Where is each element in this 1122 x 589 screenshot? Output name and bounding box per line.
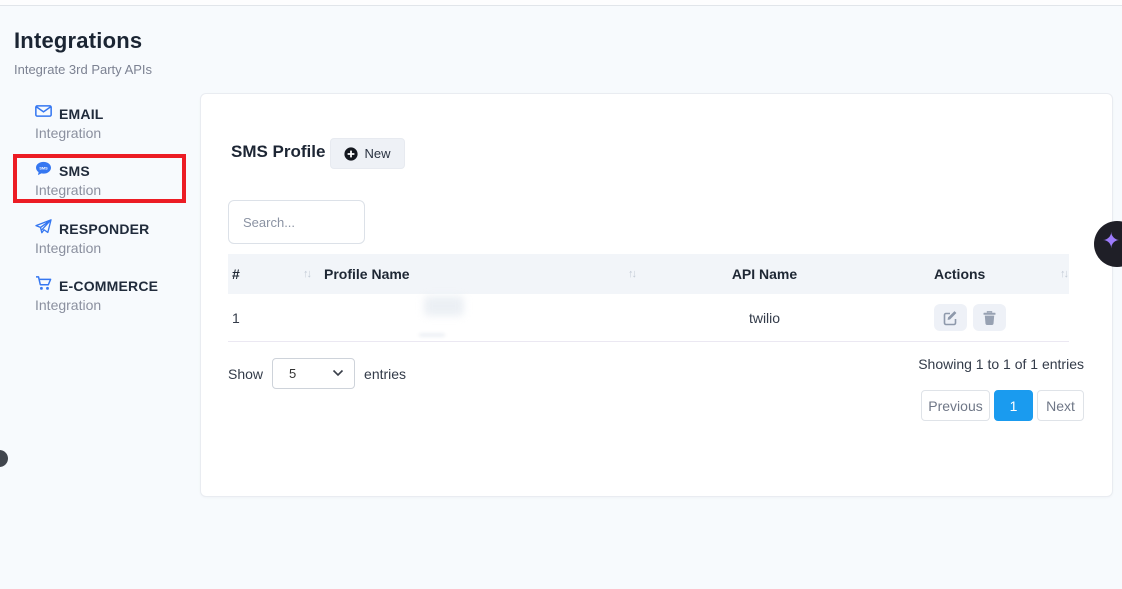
redacted-profile-name	[424, 296, 464, 316]
search-input[interactable]	[228, 200, 365, 244]
sidebar-item-sublabel: Integration	[35, 182, 195, 198]
plus-circle-icon	[344, 147, 358, 161]
sms-chat-icon: SMS	[35, 161, 52, 181]
sms-profile-table: # ↑↓ Profile Name ↑↓ API Name Actions ↑↓…	[228, 254, 1069, 342]
shopping-cart-icon	[35, 276, 52, 296]
page-subtitle: Integrate 3rd Party APIs	[14, 62, 152, 77]
sms-profile-card: SMS Profile New # ↑↓ Profile Name ↑↓ API…	[200, 93, 1113, 497]
sort-icon[interactable]: ↑↓	[628, 268, 635, 280]
page-length-value: 5	[273, 366, 296, 381]
chevron-down-icon	[332, 369, 344, 377]
edit-icon	[943, 310, 959, 326]
sidebar-item-sms[interactable]: SMS SMS Integration	[35, 161, 195, 198]
sidebar-item-sublabel: Integration	[35, 125, 195, 141]
pagination-previous-button[interactable]: Previous	[921, 390, 990, 421]
edit-button[interactable]	[934, 304, 967, 331]
column-header-actions[interactable]: Actions ↑↓	[888, 266, 1069, 282]
column-header-profile-name[interactable]: Profile Name ↑↓	[316, 266, 641, 282]
cell-index: 1	[228, 310, 316, 326]
sparkles-icon: ✦	[1102, 228, 1120, 254]
pagination-next-button[interactable]: Next	[1037, 390, 1084, 421]
table-header-row: # ↑↓ Profile Name ↑↓ API Name Actions ↑↓	[228, 254, 1069, 294]
edge-widget-handle[interactable]	[0, 450, 8, 467]
entries-label: entries	[364, 366, 406, 382]
card-heading: SMS Profile	[231, 142, 325, 162]
show-label: Show	[228, 366, 263, 382]
sidebar-item-label: SMS	[59, 163, 90, 179]
top-divider	[0, 0, 1122, 6]
envelope-icon	[35, 104, 52, 123]
page-length-control: Show 5 entries	[228, 358, 406, 389]
sidebar-item-sublabel: Integration	[35, 240, 195, 256]
cell-actions	[888, 304, 1069, 331]
sidebar-item-label: RESPONDER	[59, 221, 149, 237]
sidebar-item-responder[interactable]: RESPONDER Integration	[35, 219, 195, 256]
column-header-index[interactable]: # ↑↓	[228, 266, 316, 282]
svg-text:SMS: SMS	[39, 166, 48, 170]
sort-icon[interactable]: ↑↓	[1060, 268, 1067, 280]
delete-button[interactable]	[973, 304, 1006, 331]
sidebar-item-sublabel: Integration	[35, 297, 195, 313]
column-header-api-name[interactable]: API Name	[641, 266, 888, 282]
integrations-page: Integrations Integrate 3rd Party APIs EM…	[0, 0, 1122, 589]
cell-api-name: twilio	[641, 310, 888, 326]
pagination-current-page[interactable]: 1	[994, 390, 1033, 421]
page-length-select[interactable]: 5	[272, 358, 355, 389]
sidebar-item-email[interactable]: EMAIL Integration	[35, 104, 195, 141]
new-button[interactable]: New	[330, 138, 405, 169]
table-info: Showing 1 to 1 of 1 entries	[918, 356, 1084, 372]
pagination: Previous 1 Next	[921, 390, 1084, 421]
page-title: Integrations	[14, 28, 142, 54]
redacted-profile-name-line	[419, 333, 445, 337]
trash-icon	[982, 310, 997, 326]
sidebar-item-label: E-COMMERCE	[59, 278, 158, 294]
sidebar-item-label: EMAIL	[59, 106, 104, 122]
sidebar-item-ecommerce[interactable]: E-COMMERCE Integration	[35, 276, 195, 313]
new-button-label: New	[364, 146, 390, 161]
paper-plane-icon	[35, 219, 52, 239]
table-row: 1 twilio	[228, 294, 1069, 342]
sort-icon[interactable]: ↑↓	[303, 268, 310, 280]
